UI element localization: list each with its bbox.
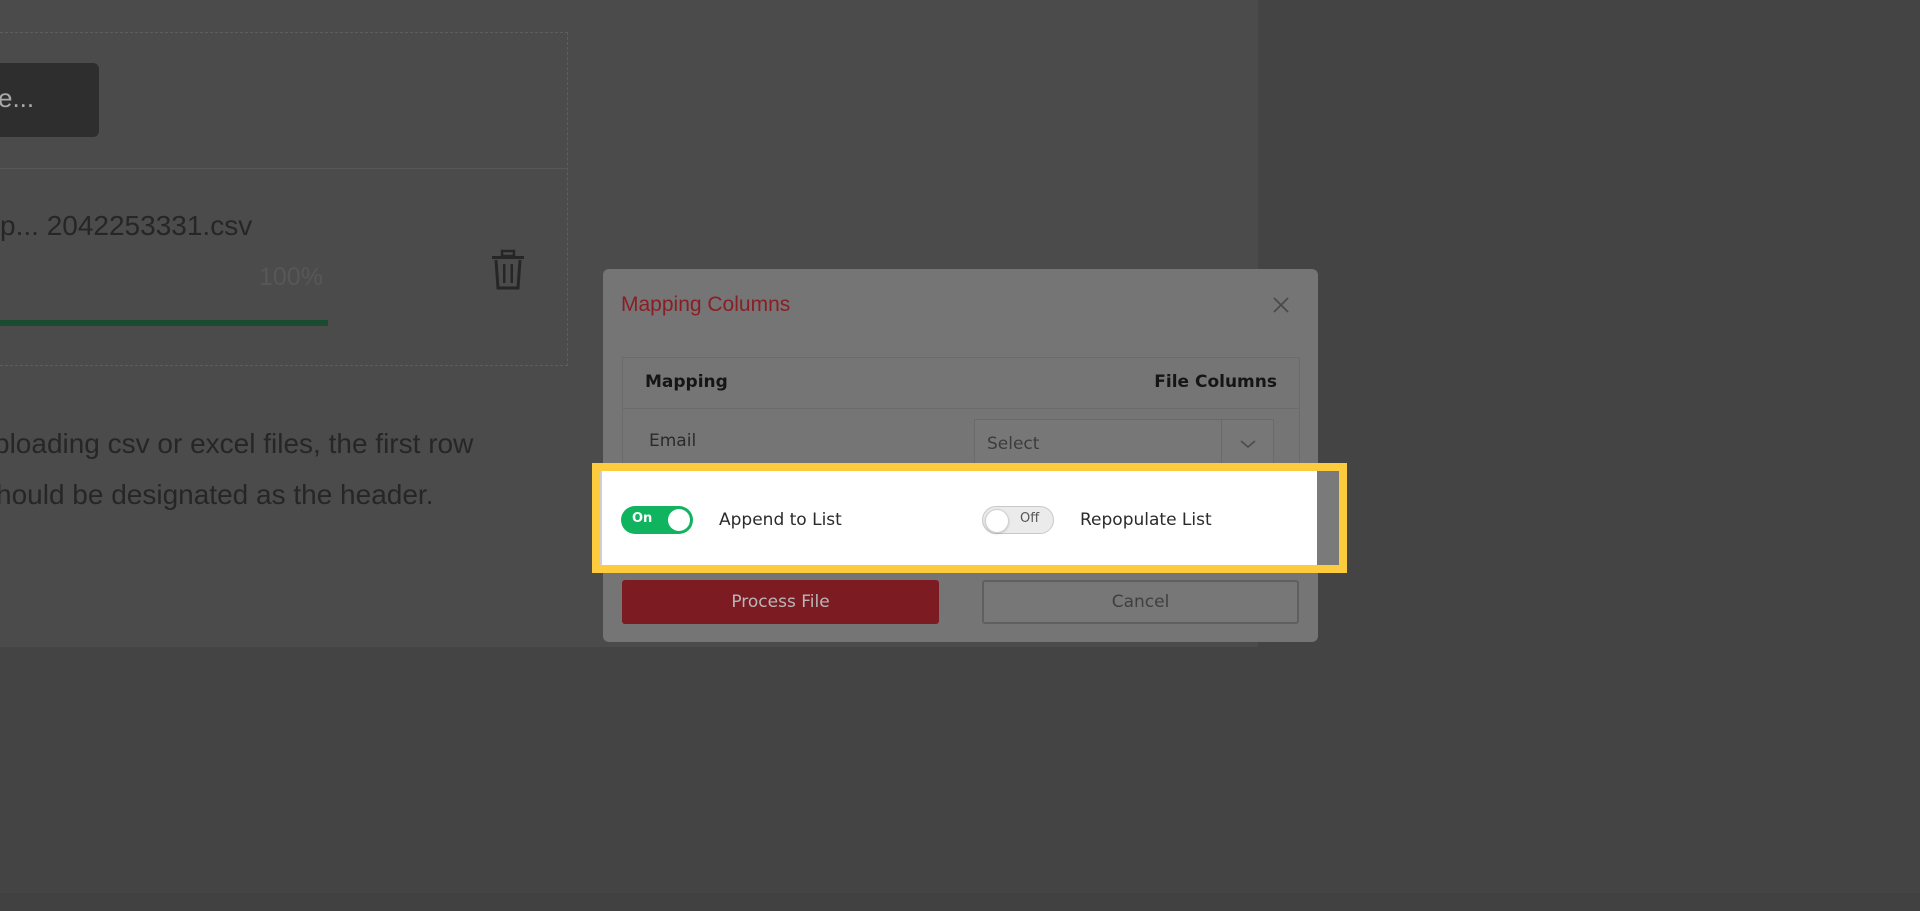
- dialog-title: Mapping Columns: [621, 293, 791, 316]
- dialog-edge-shade: [1317, 471, 1339, 565]
- upload-progress-fill: [0, 320, 328, 326]
- toggle-state-text: Off: [1020, 511, 1040, 526]
- column-header-file-columns: File Columns: [1154, 372, 1277, 392]
- background-right-area: [1258, 0, 1920, 911]
- select-value: Select: [987, 434, 1040, 454]
- process-file-button[interactable]: Process File: [622, 580, 939, 624]
- toggle-options-highlight: [592, 463, 1347, 573]
- append-to-list-toggle[interactable]: On: [621, 506, 693, 534]
- instruction-line: hould be designated as the header.: [0, 479, 434, 510]
- chevron-down-icon[interactable]: [1239, 437, 1257, 451]
- close-icon[interactable]: [1271, 295, 1291, 315]
- upload-instructions: ploading csv or excel files, the first r…: [0, 418, 473, 520]
- mapping-row-label: Email: [649, 431, 697, 451]
- upload-progress-bar: [0, 320, 328, 326]
- toggle-knob: [668, 509, 690, 531]
- append-to-list-label: Append to List: [719, 510, 842, 530]
- trash-icon[interactable]: [489, 249, 527, 291]
- mapping-table: Mapping File Columns Email Select: [622, 357, 1300, 477]
- browse-button[interactable]: e...: [0, 63, 99, 137]
- column-header-mapping: Mapping: [645, 372, 728, 392]
- upload-progress-text: 100%: [259, 263, 323, 291]
- repopulate-list-toggle[interactable]: Off: [982, 506, 1054, 534]
- instruction-line: ploading csv or excel files, the first r…: [0, 428, 474, 459]
- toggle-knob: [985, 509, 1009, 533]
- background-bottom-bar: [0, 893, 1920, 911]
- cancel-button[interactable]: Cancel: [982, 580, 1299, 624]
- browse-button-label: e...: [0, 83, 35, 113]
- drop-zone-divider: [0, 168, 567, 169]
- table-header: Mapping File Columns: [623, 358, 1299, 409]
- toggle-state-text: On: [632, 511, 653, 526]
- repopulate-list-label: Repopulate List: [1080, 510, 1212, 530]
- highlight-edge: [600, 471, 602, 565]
- uploaded-file-name: p... 2042253331.csv: [0, 210, 253, 241]
